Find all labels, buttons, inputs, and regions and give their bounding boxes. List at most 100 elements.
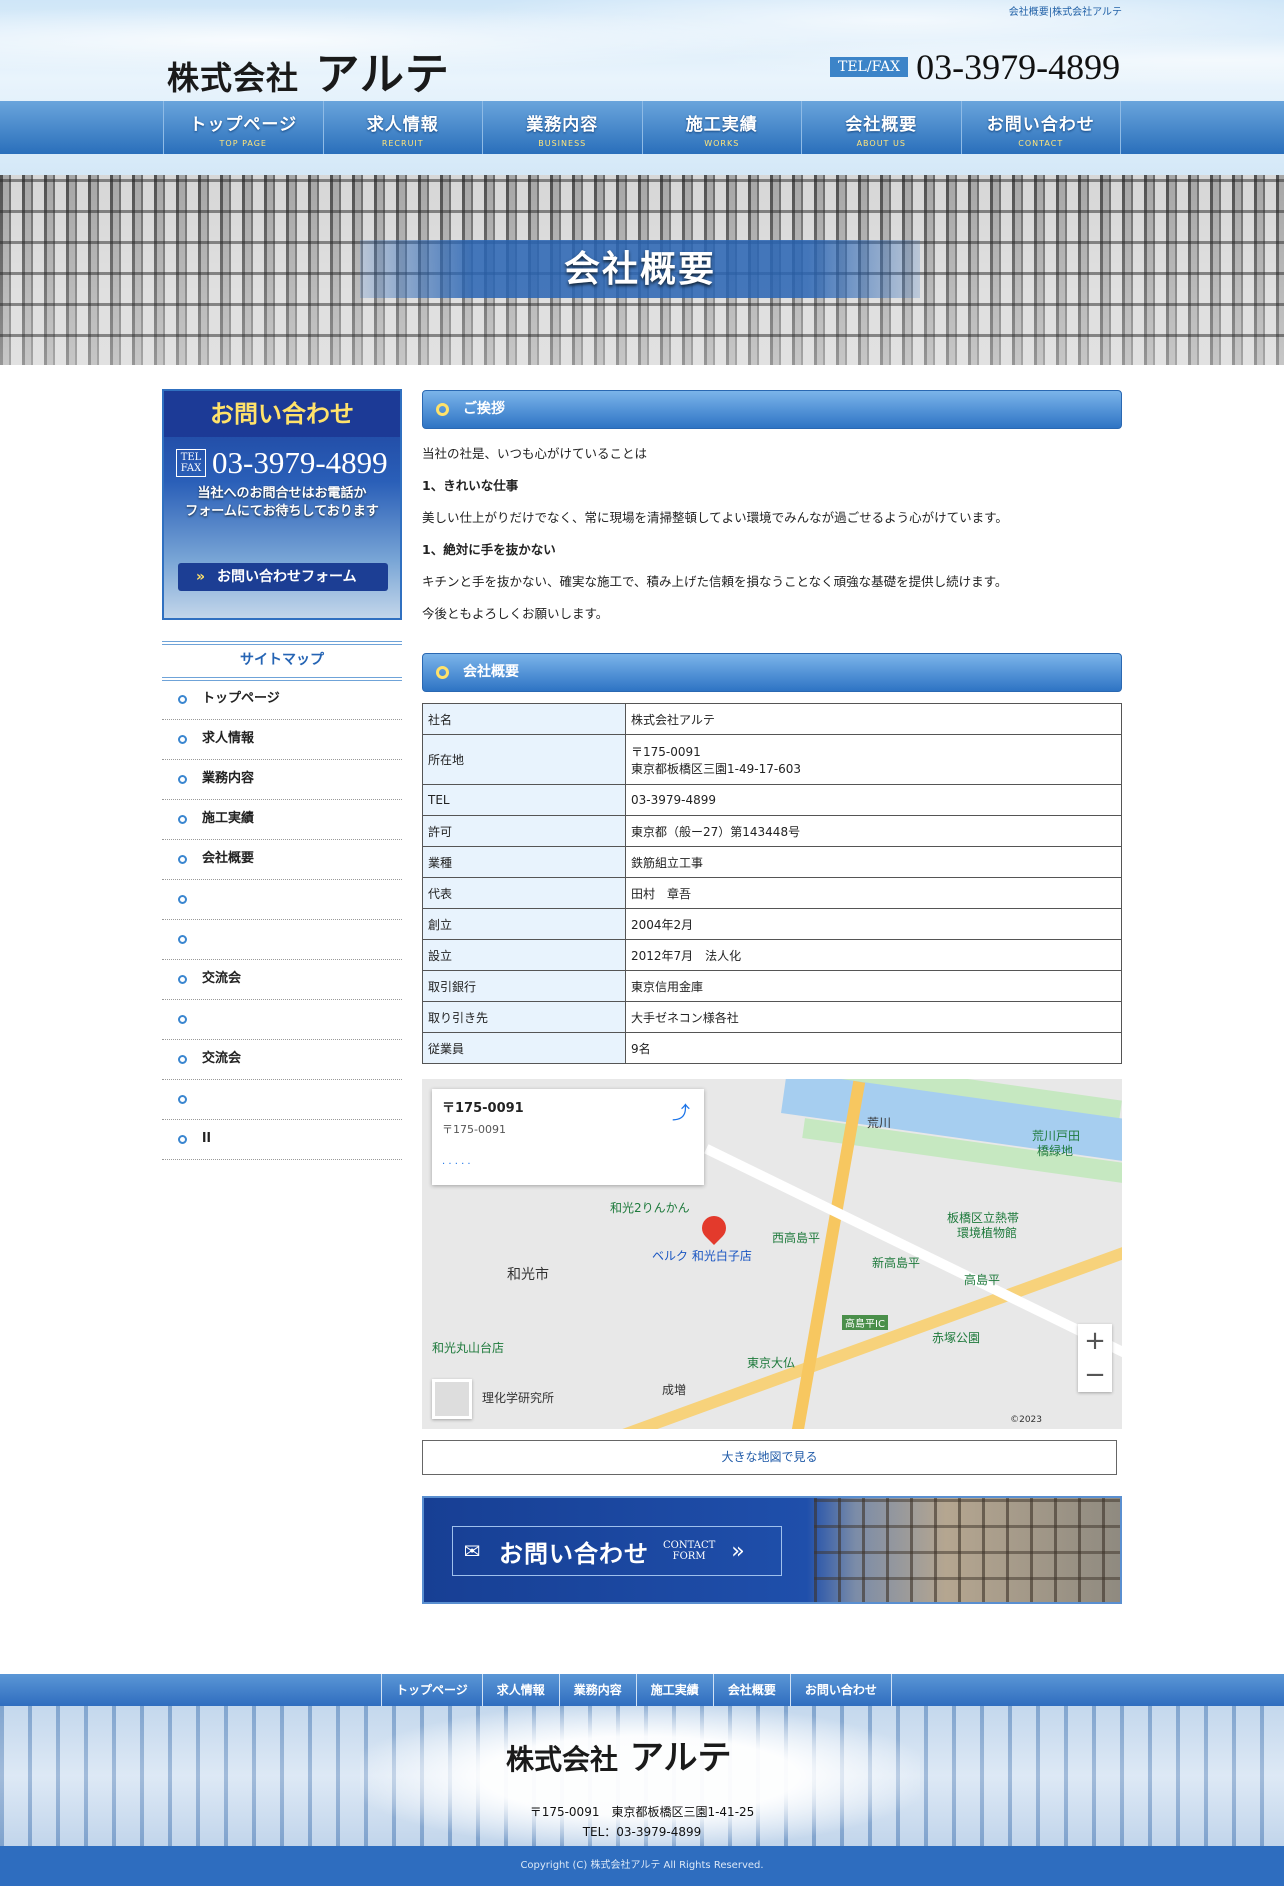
mail-icon: ✉: [463, 1539, 481, 1563]
nav-business[interactable]: 業務内容 BUSINESS: [483, 101, 643, 154]
table-value: 9名: [625, 1032, 1122, 1064]
table-value: 田村 章吾: [625, 877, 1122, 909]
map-card-subtitle: 〒175-0091: [442, 1123, 506, 1136]
map-card-link[interactable]: · · · · ·: [442, 1159, 694, 1170]
sitemap-item[interactable]: 交流会: [162, 960, 402, 1000]
company-table: 社名 株式会社アルテ 所在地 〒175-0091 東京都板橋区三園1-49-17-60…: [422, 703, 1122, 1064]
table-row: 業種 鉄筋組立工事: [422, 846, 1122, 878]
table-value: 株式会社アルテ: [625, 703, 1122, 735]
sitemap-item[interactable]: 会社概要: [162, 840, 402, 880]
contact-box-message: 当社へのお問合せはお電話か フォームにてお待ちしております: [164, 485, 400, 521]
sitemap-item[interactable]: 求人情報: [162, 720, 402, 760]
footer-nav-item[interactable]: 会社概要: [712, 1674, 790, 1706]
footer-nav-item[interactable]: トップページ: [381, 1674, 482, 1706]
zoom-out-button[interactable]: −: [1078, 1358, 1112, 1392]
contact-en-1: CONTACT: [663, 1540, 716, 1551]
map-label: 環境植物館: [957, 1226, 1018, 1240]
sitemap-item[interactable]: [162, 920, 402, 960]
table-key: 設立: [422, 939, 626, 971]
map-label: 西高島平: [772, 1231, 821, 1245]
map-attribution: ©2023: [1010, 1415, 1042, 1425]
table-row: 取引銀行 東京信用金庫: [422, 970, 1122, 1002]
table-row: 設立 2012年7月 法人化: [422, 939, 1122, 971]
nav-sublabel: WORKS: [704, 139, 740, 148]
footer-nav-item[interactable]: お問い合わせ: [789, 1674, 892, 1706]
nav-sublabel: CONTACT: [1018, 139, 1064, 148]
contact-banner[interactable]: ✉ お問い合わせ CONTACT FORM »: [422, 1496, 1122, 1604]
header-tel: TEL/FAX 03-3979-4899: [830, 46, 1120, 88]
contact-form-button[interactable]: » お問い合わせフォーム: [178, 563, 388, 591]
table-value: 〒175-0091 東京都板橋区三園1-49-17-603: [625, 734, 1122, 785]
sitemap-item[interactable]: ll: [162, 1120, 402, 1160]
nav-sublabel: RECRUIT: [381, 139, 424, 148]
map-info-card: 〒175-0091 〒175-0091 · · · · · ⤴: [432, 1089, 704, 1185]
zoom-in-button[interactable]: +: [1078, 1324, 1112, 1358]
sitemap-item[interactable]: 業務内容: [162, 760, 402, 800]
nav-about[interactable]: 会社概要 ABOUT US: [802, 101, 962, 154]
map-label: 和光市: [507, 1267, 549, 1283]
sidebar-contact-box[interactable]: お問い合わせ TEL FAX 03-3979-4899 当社へのお問合せはお電話か…: [162, 389, 402, 620]
map-label: 高島平IC: [842, 1315, 888, 1330]
contact-box-tel-number[interactable]: 03-3979-4899: [212, 445, 388, 481]
greeting-subheading: 1、絶対に手を抜かない: [422, 542, 556, 557]
directions-icon[interactable]: ⤴: [672, 1099, 690, 1125]
sitemap-item[interactable]: 施工実績: [162, 800, 402, 840]
greeting-text: 今後ともよろしくお願いします。: [422, 606, 609, 621]
map-card-title: 〒175-0091: [442, 1101, 524, 1116]
nav-contact[interactable]: お問い合わせ CONTACT: [962, 101, 1121, 154]
breadcrumb[interactable]: 会社概要|株式会社アルテ: [1009, 3, 1122, 18]
sitemap-item[interactable]: [162, 880, 402, 920]
map-label: 荒川: [867, 1116, 892, 1130]
table-value: 大手ゼネコン様各社: [625, 1001, 1122, 1033]
footer-logo[interactable]: 株式会社 アルテ: [506, 1730, 732, 1779]
map-layer-toggle[interactable]: [432, 1379, 472, 1419]
map-pin-icon[interactable]: [697, 1211, 731, 1245]
sitemap-item[interactable]: 交流会: [162, 1040, 402, 1080]
msg-line-2: フォームにてお待ちしております: [185, 504, 379, 519]
tel-badge-text: TEL: [180, 452, 202, 463]
nav-works[interactable]: 施工実績 WORKS: [643, 101, 802, 154]
table-row: 社名 株式会社アルテ: [422, 703, 1122, 735]
table-row: 従業員 9名: [422, 1032, 1122, 1064]
view-larger-map-link[interactable]: 大きな地図で見る: [422, 1440, 1117, 1475]
sitemap-item[interactable]: トップページ: [162, 680, 402, 720]
footer-nav-item[interactable]: 業務内容: [558, 1674, 636, 1706]
double-chevron-icon: »: [731, 1538, 745, 1564]
table-key: 業種: [422, 846, 626, 878]
msg-line-1: 当社へのお問合せはお電話か: [197, 486, 367, 501]
table-key: 許可: [422, 815, 626, 847]
map-label: 理化学研究所: [482, 1391, 555, 1405]
google-map[interactable]: 荒川 荒川戸田 橋緑地 和光2りんかん 板橋区立熱帯 環境植物館 西高島平 新高…: [422, 1079, 1122, 1429]
table-value: 鉄筋組立工事: [625, 846, 1122, 878]
footer-nav-item[interactable]: 施工実績: [635, 1674, 713, 1706]
map-label: 赤塚公園: [932, 1331, 981, 1345]
nav-label: 求人情報: [366, 115, 439, 135]
fax-badge-text: FAX: [180, 463, 202, 474]
page-title: 会社概要: [360, 240, 920, 298]
nav-recruit[interactable]: 求人情報 RECRUIT: [324, 101, 483, 154]
nav-label: 会社概要: [845, 115, 918, 135]
table-row: 所在地 〒175-0091 東京都板橋区三園1-49-17-603: [422, 734, 1122, 785]
table-key: 従業員: [422, 1032, 626, 1064]
table-key: TEL: [422, 784, 626, 816]
site-logo[interactable]: 株式会社 アルテ: [167, 38, 450, 102]
tel-number[interactable]: 03-3979-4899: [916, 46, 1120, 88]
footer-nav-item[interactable]: 求人情報: [481, 1674, 559, 1706]
sitemap-item[interactable]: [162, 1000, 402, 1040]
greeting-subheading: 1、きれいな仕事: [422, 478, 519, 493]
copyright: Copyright (C) 株式会社アルテ All Rights Reserve…: [0, 1846, 1284, 1886]
contact-banner-label: お問い合わせ: [499, 1538, 649, 1568]
sitemap-item[interactable]: [162, 1080, 402, 1120]
postal-code: 〒175-0091: [631, 744, 701, 759]
table-key: 創立: [422, 908, 626, 940]
double-chevron-icon: »: [196, 569, 206, 585]
table-key: 取引銀行: [422, 970, 626, 1002]
contact-box-tel: TEL FAX 03-3979-4899: [164, 437, 400, 481]
map-label: 東京大仏: [747, 1356, 796, 1370]
map-label: 和光2りんかん: [610, 1201, 690, 1215]
contact-en-2: FORM: [672, 1551, 706, 1562]
footer-address: 〒175-0091 東京都板橋区三園1-41-25 TEL：03-3979-489…: [0, 1802, 1284, 1842]
contact-banner-sublabel: CONTACT FORM: [663, 1540, 715, 1562]
nav-top[interactable]: トップページ TOP PAGE: [164, 101, 324, 154]
contact-banner-inner: ✉ お問い合わせ CONTACT FORM »: [452, 1526, 782, 1576]
